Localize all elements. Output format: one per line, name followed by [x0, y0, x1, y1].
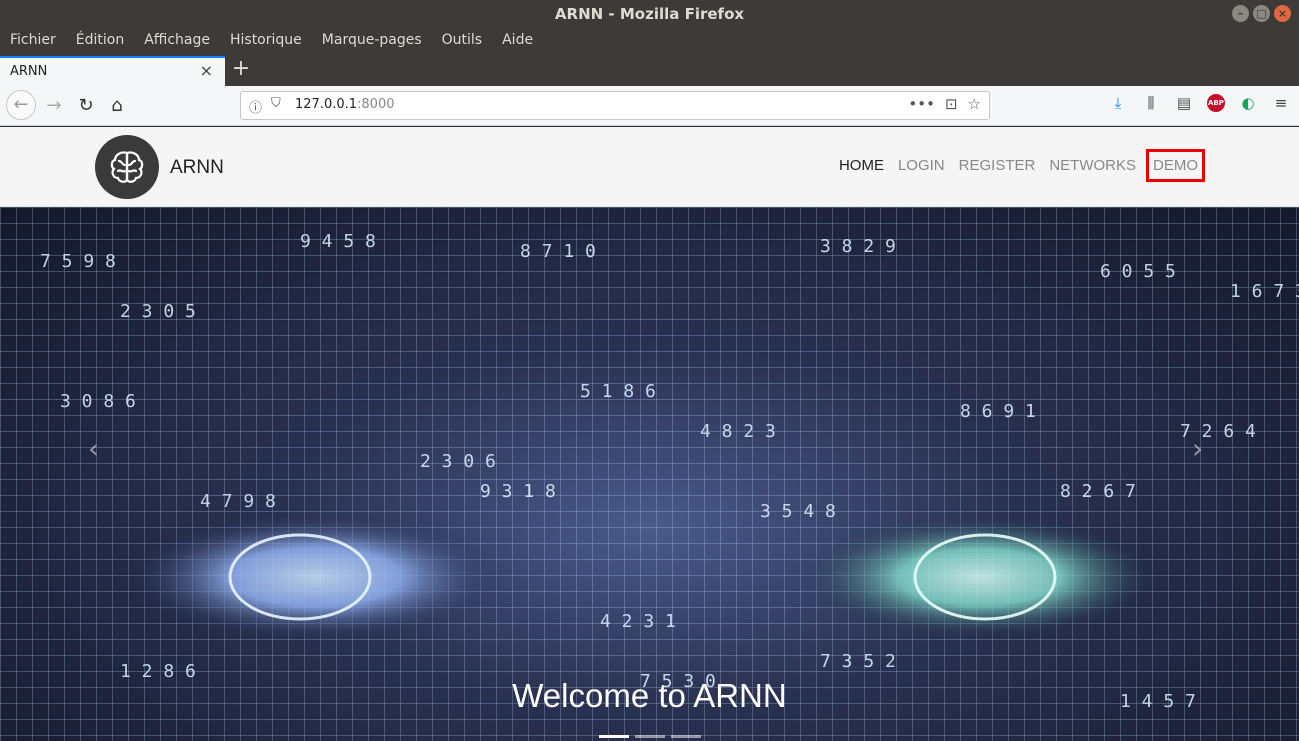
- extension-icon[interactable]: ◐: [1238, 94, 1258, 112]
- download-icon[interactable]: ⤓: [1108, 94, 1128, 112]
- nav-register[interactable]: REGISTER: [953, 149, 1042, 182]
- tab-arnn[interactable]: ARNN ×: [0, 56, 225, 86]
- url-host: 127.0.0.1: [295, 97, 358, 112]
- site-nav: HOME LOGIN REGISTER NETWORKS DEMO: [831, 149, 1205, 182]
- url-actions: ••• ⊡ ☆: [908, 95, 981, 113]
- bookmark-star-icon[interactable]: ☆: [968, 95, 981, 113]
- carousel-indicator-3[interactable]: [671, 735, 701, 738]
- pocket-icon[interactable]: ⊡: [945, 95, 958, 113]
- nav-toolbar: ← → ↻ ⌂ ⓘ ⛉ 127.0.0.1:8000 ••• ⊡ ☆ ⤓ ⫼ ▤…: [0, 86, 1299, 126]
- menu-affichage[interactable]: Affichage: [134, 28, 220, 54]
- tab-title: ARNN: [10, 64, 48, 79]
- reload-icon[interactable]: ↻: [74, 94, 98, 118]
- adblock-icon[interactable]: ABP: [1207, 94, 1225, 112]
- svg-text:4 2 3 1: 4 2 3 1: [600, 611, 676, 632]
- menu-aide[interactable]: Aide: [492, 28, 543, 54]
- url-port: :8000: [357, 97, 395, 112]
- nav-login[interactable]: LOGIN: [892, 149, 951, 182]
- hero-caption: Welcome to ARNN: [512, 677, 787, 714]
- back-arrow-icon[interactable]: ←: [6, 90, 36, 120]
- svg-text:5 1 8 6: 5 1 8 6: [580, 381, 656, 402]
- page-actions-icon[interactable]: •••: [908, 95, 935, 113]
- info-icon[interactable]: ⓘ: [249, 97, 262, 116]
- svg-text:8 7 1 0: 8 7 1 0: [520, 241, 596, 262]
- menu-fichier[interactable]: Fichier: [0, 28, 66, 54]
- tab-bar: ARNN × +: [0, 54, 1299, 86]
- minimize-button[interactable]: –: [1232, 5, 1249, 22]
- nav-networks[interactable]: NETWORKS: [1043, 149, 1142, 182]
- brain-logo-svg: [110, 151, 144, 183]
- svg-text:8 2 6 7: 8 2 6 7: [1060, 481, 1136, 502]
- svg-text:2 3 0 5: 2 3 0 5: [120, 301, 196, 322]
- svg-text:4 8 2 3: 4 8 2 3: [700, 421, 776, 442]
- carousel-indicators: [599, 735, 701, 738]
- nav-home[interactable]: HOME: [833, 149, 890, 182]
- nav-demo[interactable]: DEMO: [1146, 149, 1205, 182]
- svg-text:1 6 7 3: 1 6 7 3: [1230, 281, 1299, 302]
- site-brand[interactable]: ARNN: [170, 157, 224, 179]
- close-window-button[interactable]: ×: [1274, 5, 1291, 22]
- menu-historique[interactable]: Historique: [220, 28, 312, 54]
- svg-text:3 8 2 9: 3 8 2 9: [820, 236, 896, 257]
- new-tab-button[interactable]: +: [230, 56, 252, 82]
- toolbar-right-icons: ⤓ ⫼ ▤ ABP ◐ ≡: [1108, 94, 1291, 112]
- url-text[interactable]: 127.0.0.1:8000: [295, 97, 395, 112]
- svg-text:2 3 0 6: 2 3 0 6: [420, 451, 496, 472]
- hero-carousel: 7 5 9 8 2 3 0 5 9 4 5 8 8 7 1 0 3 8 2 9 …: [0, 207, 1299, 741]
- sidebar-icon[interactable]: ▤: [1174, 94, 1194, 112]
- tracking-shield-icon[interactable]: ⛉: [271, 96, 281, 111]
- menu-edition[interactable]: Édition: [66, 28, 134, 54]
- brain-logo-icon[interactable]: [95, 135, 159, 199]
- svg-text:3 5 4 8: 3 5 4 8: [760, 501, 836, 522]
- home-icon[interactable]: ⌂: [105, 94, 129, 118]
- svg-text:4 7 9 8: 4 7 9 8: [200, 491, 276, 512]
- window-title: ARNN - Mozilla Firefox: [554, 5, 745, 23]
- svg-text:6 0 5 5: 6 0 5 5: [1100, 261, 1176, 282]
- site-header: ARNN HOME LOGIN REGISTER NETWORKS DEMO: [0, 127, 1299, 207]
- svg-text:8 6 9 1: 8 6 9 1: [960, 401, 1036, 422]
- svg-text:3 0 8 6: 3 0 8 6: [60, 391, 136, 412]
- window-titlebar: ARNN - Mozilla Firefox – □ ×: [0, 0, 1299, 28]
- hamburger-menu-icon[interactable]: ≡: [1271, 94, 1291, 112]
- window-controls: – □ ×: [1232, 5, 1291, 22]
- tab-close-icon[interactable]: ×: [200, 61, 213, 80]
- menu-outils[interactable]: Outils: [432, 28, 492, 54]
- menu-bar: Fichier Édition Affichage Historique Mar…: [0, 28, 1299, 54]
- carousel-indicator-1[interactable]: [599, 735, 629, 738]
- carousel-prev-icon[interactable]: ‹: [88, 432, 99, 465]
- library-icon[interactable]: ⫼: [1141, 94, 1161, 112]
- maximize-button[interactable]: □: [1253, 5, 1270, 22]
- svg-text:7 3 5 2: 7 3 5 2: [820, 651, 896, 672]
- hero-background-image: 7 5 9 8 2 3 0 5 9 4 5 8 8 7 1 0 3 8 2 9 …: [0, 207, 1299, 741]
- svg-text:7 5 9 8: 7 5 9 8: [40, 251, 116, 272]
- menu-marque-pages[interactable]: Marque-pages: [312, 28, 432, 54]
- carousel-next-icon[interactable]: ›: [1192, 432, 1203, 465]
- forward-arrow-icon[interactable]: →: [42, 94, 66, 118]
- web-page: ARNN HOME LOGIN REGISTER NETWORKS DEMO 7…: [0, 127, 1299, 741]
- svg-text:9 3 1 8: 9 3 1 8: [480, 481, 556, 502]
- url-bar[interactable]: ⓘ ⛉ 127.0.0.1:8000 ••• ⊡ ☆: [240, 91, 990, 120]
- carousel-indicator-2[interactable]: [635, 735, 665, 738]
- svg-text:9 4 5 8: 9 4 5 8: [300, 231, 376, 252]
